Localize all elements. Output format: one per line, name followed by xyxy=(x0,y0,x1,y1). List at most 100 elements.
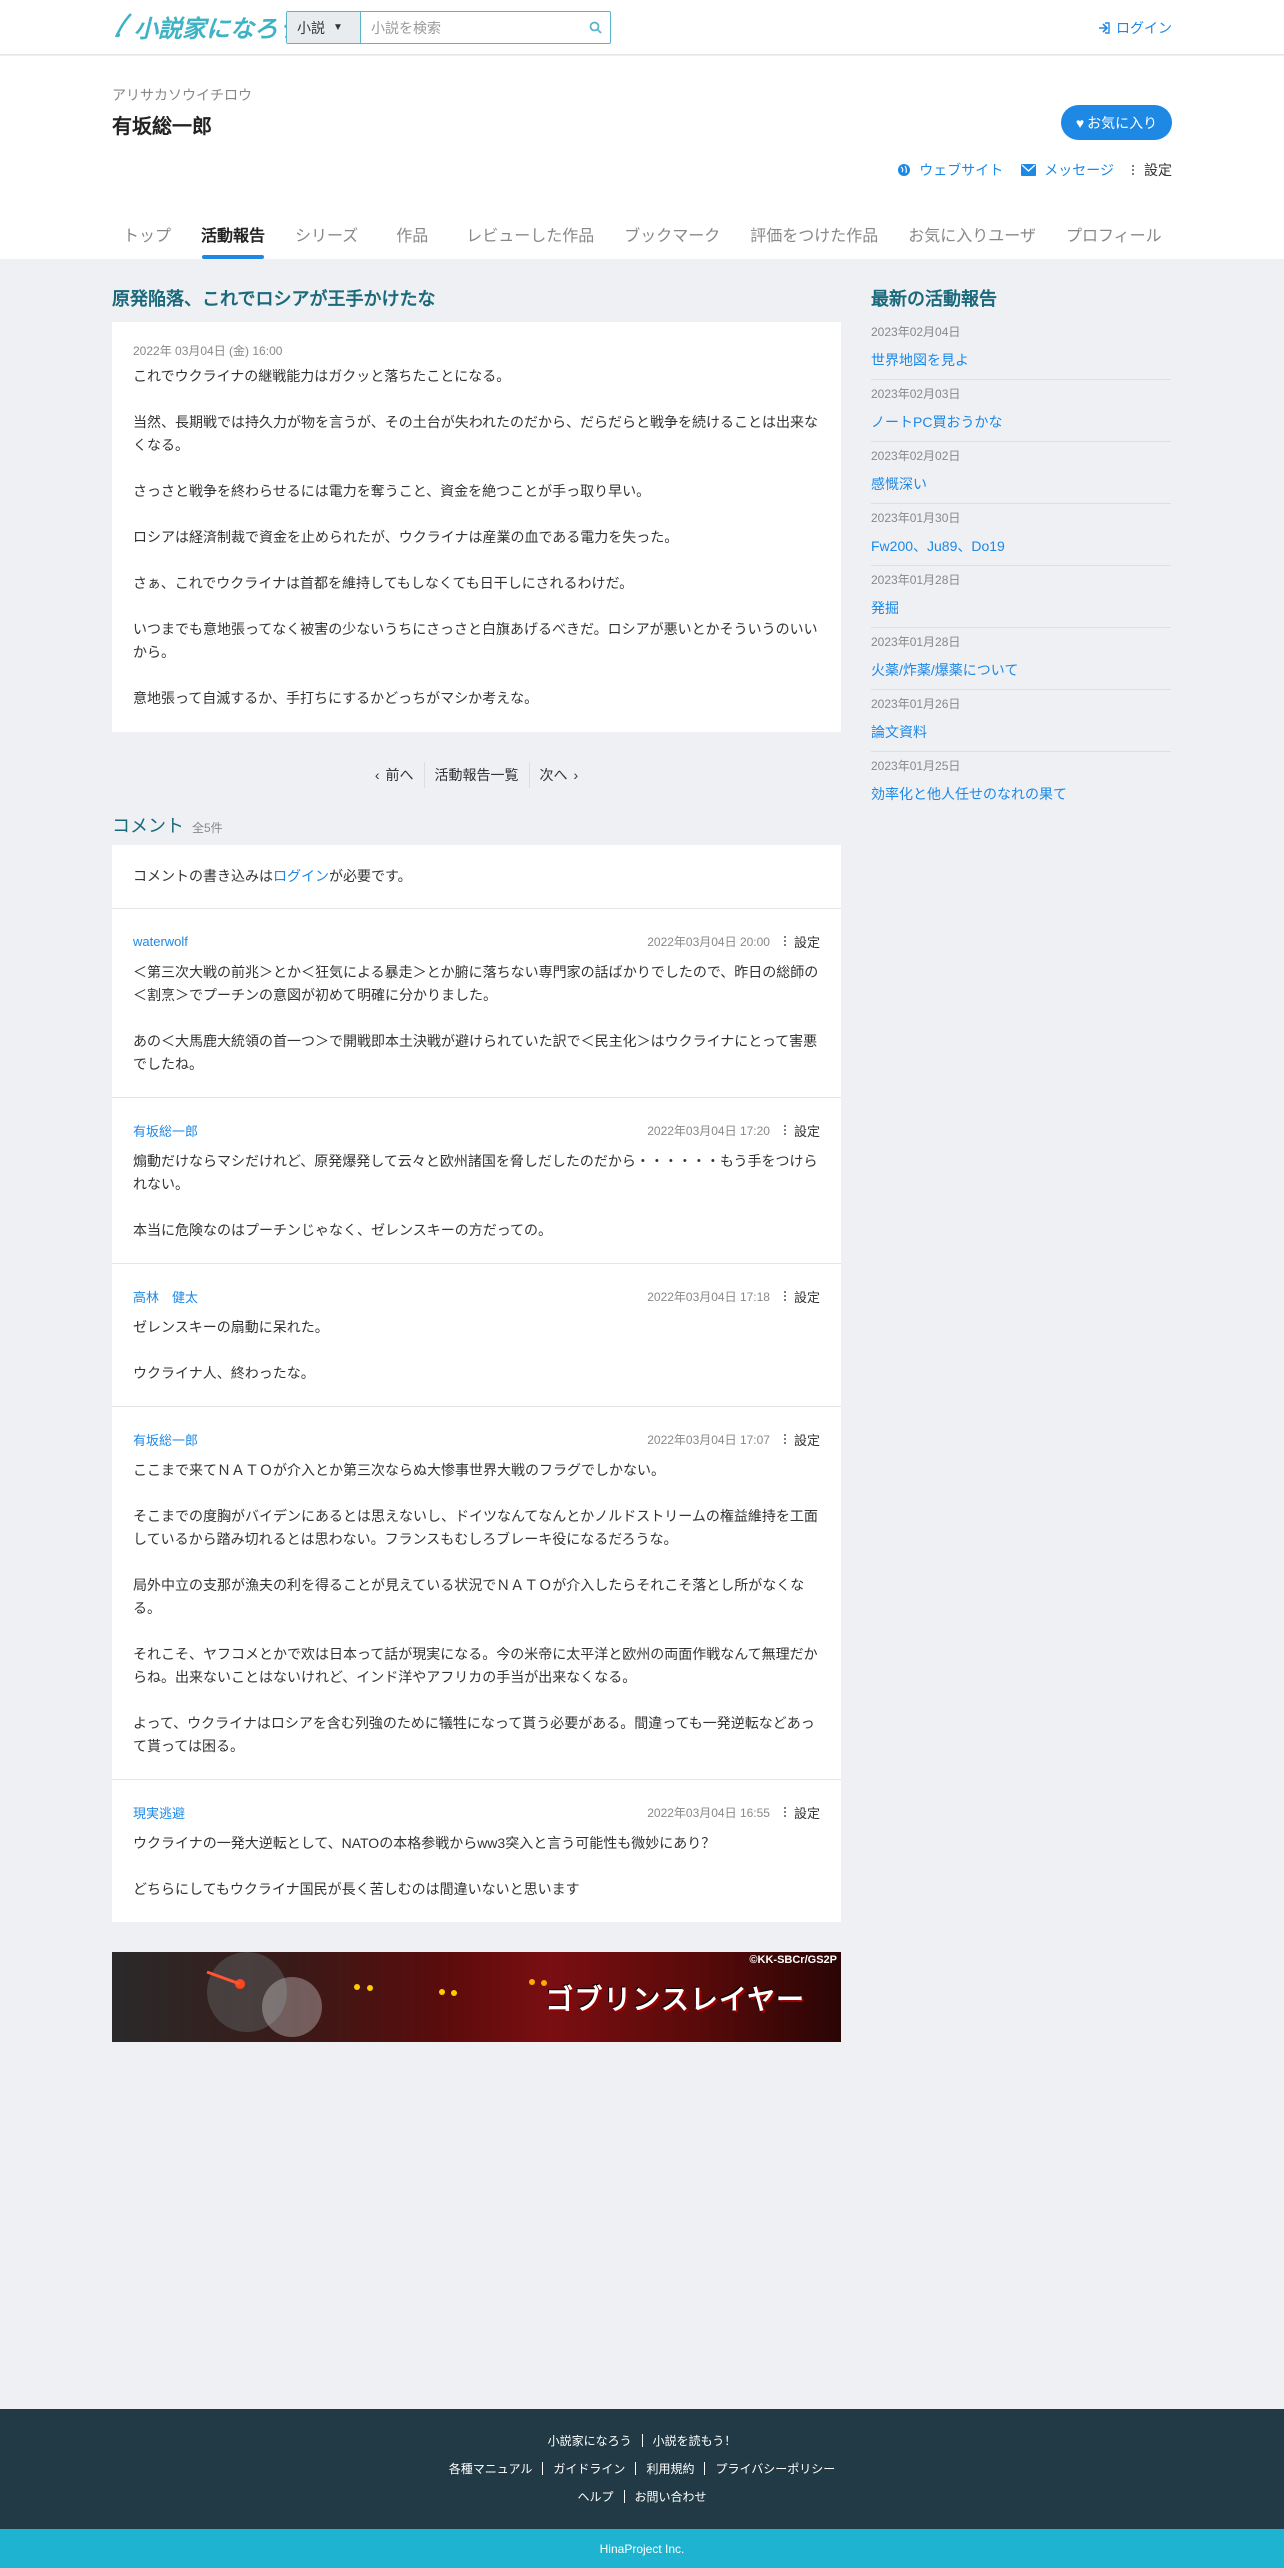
recent-report-link[interactable]: 効率化と他人任せのなれの果て xyxy=(871,784,1171,804)
tab-top[interactable]: トップ xyxy=(112,222,182,259)
recent-report-link[interactable]: 発掘 xyxy=(871,598,1171,618)
report-paragraph: 意地張って自滅するか、手打ちにするかどっちがマシか考えな。 xyxy=(133,690,539,706)
comment-date: 2022年03月04日 17:07 xyxy=(647,1432,770,1447)
tab-profile[interactable]: プロフィール xyxy=(1055,222,1173,259)
recent-report-date: 2023年02月02日 xyxy=(871,449,961,463)
comment-settings-button[interactable]: 設定 xyxy=(783,932,820,951)
recent-report-date: 2023年01月28日 xyxy=(871,573,961,587)
comment-author-link[interactable]: 現実逃避 xyxy=(133,1803,185,1822)
footer-link-narou[interactable]: 小説家になろう xyxy=(538,2432,642,2449)
footer-link-help[interactable]: ヘルプ xyxy=(567,2488,623,2505)
website-link[interactable]: ウェブサイト xyxy=(897,160,1003,180)
footer-link-guideline[interactable]: ガイドライン xyxy=(543,2460,635,2477)
search-category-select[interactable]: 小説 ▼ xyxy=(287,12,361,43)
tab-favorite-users[interactable]: お気に入りユーザ xyxy=(897,222,1047,259)
prev-report-link[interactable]: ‹ 前へ xyxy=(365,765,424,785)
more-vertical-icon xyxy=(783,1434,786,1444)
report-pager: ‹ 前へ 活動報告一覧 次へ › xyxy=(112,762,841,788)
login-label: ログイン xyxy=(1116,20,1172,36)
next-label: 次へ xyxy=(539,767,568,783)
next-report-link[interactable]: 次へ › xyxy=(530,765,589,785)
footer-row: 小説家になろう 小説を読もう！ xyxy=(0,2432,1284,2449)
site-logo[interactable]: 小説家になろう xyxy=(112,8,302,44)
more-vertical-icon xyxy=(783,1291,786,1301)
envelope-icon xyxy=(1021,164,1037,176)
report-paragraph: さぁ、これでウクライナは首都を維持してもしなくても日干しにされるわけだ。 xyxy=(133,575,634,591)
sidebar-title-rest: 新の活動報告 xyxy=(889,289,997,309)
comment-date: 2022年03月04日 16:55 xyxy=(647,1805,770,1820)
report-paragraph: いつまでも意地張ってなく被害の少ないうちにさっさと白旗あげるべきだ。ロシアが悪い… xyxy=(133,621,818,660)
search-button[interactable] xyxy=(580,12,610,43)
author-name: 有坂総一郎 xyxy=(112,116,212,138)
banner-credit: ©KK-SBCr/GS2P xyxy=(749,1954,837,1966)
report-list-link[interactable]: 活動報告一覧 xyxy=(425,765,529,785)
chevron-down-icon: ▼ xyxy=(333,22,343,33)
recent-report-link[interactable]: 火薬/炸薬/爆薬について xyxy=(871,660,1171,680)
recent-report-link[interactable]: 感慨深い xyxy=(871,474,1171,494)
globe-icon xyxy=(898,164,911,176)
footer-link-terms[interactable]: 利用規約 xyxy=(636,2460,704,2477)
recent-report-link[interactable]: 論文資料 xyxy=(871,722,1171,742)
recent-report-date: 2023年02月04日 xyxy=(871,325,961,339)
comment-settings-button[interactable]: 設定 xyxy=(783,1287,820,1306)
sidebar: 最新の活動報告 2023年02月04日 世界地図を見よ 2023年02月03日 … xyxy=(871,259,1171,813)
report-title: 原発陥落、これでロシアが王手かけたな xyxy=(112,285,841,311)
message-link[interactable]: メッセージ xyxy=(1021,160,1114,180)
tab-bookmarks[interactable]: ブックマーク xyxy=(613,222,731,259)
more-vertical-icon xyxy=(783,936,786,946)
author-kana: アリサカソウイチロウ xyxy=(112,87,252,103)
comment-item: 有坂総一郎 2022年03月04日 17:20 設定 煽動だけならマシだけれど、… xyxy=(112,1098,841,1264)
comment-item: 現実逃避 2022年03月04日 16:55 設定 ウクライナの一発大逆転として… xyxy=(112,1780,841,1922)
footer-link-manual[interactable]: 各種マニュアル xyxy=(439,2460,543,2477)
tab-rated-works[interactable]: 評価をつけた作品 xyxy=(739,222,889,259)
comment-settings-label: 設定 xyxy=(793,1289,820,1305)
comment-settings-button[interactable]: 設定 xyxy=(783,1121,820,1140)
profile-settings-button[interactable]: 設定 xyxy=(1132,160,1172,180)
footer-row: ヘルプ お問い合わせ xyxy=(0,2488,1284,2505)
recent-report-link[interactable]: Fw200、Ju89、Do19 xyxy=(871,536,1171,556)
comment-paragraph: よって、ウクライナはロシアを含む列強のために犠牲になって貰う必要がある。間違って… xyxy=(133,1715,815,1754)
tab-works[interactable]: 作品 xyxy=(385,222,439,259)
footer-link-privacy[interactable]: プライバシーポリシー xyxy=(705,2460,845,2477)
comment-author-link[interactable]: 有坂総一郎 xyxy=(133,1121,198,1140)
comment-settings-label: 設定 xyxy=(793,1805,820,1821)
top-bar: 小説家になろう 小説 ▼ ログイン xyxy=(0,0,1284,55)
comment-paragraph: ゼレンスキーの扇動に呆れた。 xyxy=(133,1319,329,1335)
profile-links: ウェブサイト メッセージ 設定 xyxy=(897,160,1172,180)
comment-author-link[interactable]: waterwolf xyxy=(133,934,188,949)
comment-paragraph: あの＜大馬鹿大統領の首一つ＞で開戦即本土決戦が避けられていた訳で＜民主化＞はウク… xyxy=(133,1033,818,1072)
site-footer: 小説家になろう 小説を読もう！ 各種マニュアル ガイドライン 利用規約 プライバ… xyxy=(0,2409,1284,2529)
search-input[interactable] xyxy=(361,12,580,43)
ad-banner[interactable]: ©KK-SBCr/GS2P ゴブリンスレイヤー xyxy=(112,1952,841,2042)
recent-report-date: 2023年01月30日 xyxy=(871,511,961,525)
message-label: メッセージ xyxy=(1044,162,1114,178)
comment-author-link[interactable]: 高林 健太 xyxy=(133,1287,198,1306)
favorite-button[interactable]: ♥ お気に入り xyxy=(1061,105,1172,140)
comment-paragraph: そこまでの度胸がバイデンにあるとは思えないし、ドイツなんてなんとかノルドストリー… xyxy=(133,1508,818,1547)
recent-report-item: 2023年01月28日 火薬/炸薬/爆薬について xyxy=(871,628,1171,690)
recent-report-link[interactable]: 世界地図を見よ xyxy=(871,350,1171,370)
comment-item: 有坂総一郎 2022年03月04日 17:07 設定 ここまで来てＮＡＴＯが介入… xyxy=(112,1407,841,1780)
comment-paragraph: ＜第三次大戦の前兆＞とか＜狂気による暴走＞とか腑に落ちない専門家の話ばかりでした… xyxy=(133,964,819,1003)
report-paragraph: ロシアは経済制裁で資金を止められたが、ウクライナは産業の血である電力を失った。 xyxy=(133,529,679,545)
tab-reviewed-works[interactable]: レビューした作品 xyxy=(455,222,605,259)
login-link[interactable]: ログイン xyxy=(1098,18,1172,38)
tab-activity-report[interactable]: 活動報告 xyxy=(190,222,276,259)
favorite-label: お気に入り xyxy=(1087,114,1158,131)
comment-item: waterwolf 2022年03月04日 20:00 設定 ＜第三次大戦の前兆… xyxy=(112,909,841,1098)
comment-author-link[interactable]: 有坂総一郎 xyxy=(133,1430,198,1449)
comment-settings-button[interactable]: 設定 xyxy=(783,1803,820,1822)
notice-login-link[interactable]: ログイン xyxy=(273,868,329,884)
footer-link-contact[interactable]: お問い合わせ xyxy=(625,2488,717,2505)
search-bar: 小説 ▼ xyxy=(286,11,611,44)
comment-paragraph: 本当に危険なのはプーチンじゃなく、ゼレンスキーの方だっての。 xyxy=(133,1222,553,1238)
sidebar-title-first-char: 最 xyxy=(871,289,889,309)
main-column: 原発陥落、これでロシアが王手かけたな 2022年 03月04日 (金) 16:0… xyxy=(112,259,841,2042)
comment-settings-button[interactable]: 設定 xyxy=(783,1430,820,1449)
footer-link-yomou[interactable]: 小説を読もう！ xyxy=(643,2432,747,2449)
search-category-value: 小説 xyxy=(297,19,325,36)
more-vertical-icon xyxy=(783,1125,786,1135)
recent-report-link[interactable]: ノートPC買おうかな xyxy=(871,412,1171,432)
report-title-first-char: 原 xyxy=(112,289,130,309)
tab-series[interactable]: シリーズ xyxy=(284,222,369,259)
